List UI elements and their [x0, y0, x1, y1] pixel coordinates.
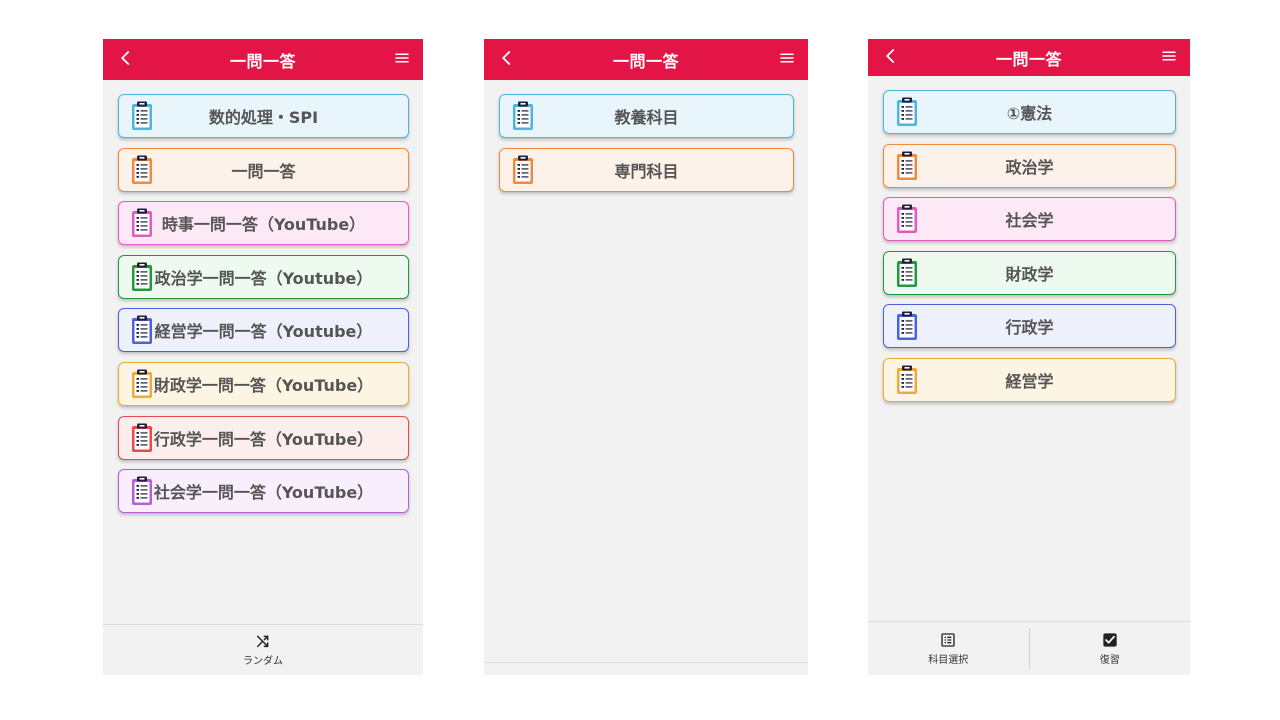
subject-card-label: 経営学	[1005, 371, 1054, 391]
subject-card[interactable]: 行政学一問一答（YouTube）	[118, 415, 409, 460]
app-header: 一問一答	[103, 39, 423, 80]
toolbar-button-label: 科目選択	[928, 654, 969, 666]
subject-card[interactable]: 経営学	[883, 357, 1176, 402]
list-icon	[940, 632, 956, 648]
clipboard-icon	[897, 258, 917, 287]
subject-card-label: 一問一答	[231, 161, 296, 181]
clipboard-icon	[513, 101, 533, 130]
subject-card[interactable]: 行政学	[883, 304, 1176, 349]
subject-card-label: 時事一問一答（YouTube）	[161, 215, 366, 235]
hamburger-menu-icon[interactable]	[778, 49, 796, 71]
subject-card-label: 専門科目	[614, 161, 679, 181]
subject-card[interactable]: 一問一答	[118, 147, 409, 192]
clipboard-icon	[897, 151, 917, 180]
subject-card-label: 社会学一問一答（YouTube）	[153, 483, 374, 503]
subject-card[interactable]: 専門科目	[499, 147, 794, 192]
subject-card-label: 社会学	[1005, 211, 1054, 231]
subject-card-label: 政治学一問一答（Youtube）	[154, 268, 373, 288]
page-title: 一問一答	[995, 49, 1062, 69]
hamburger-menu-icon[interactable]	[1160, 47, 1178, 69]
clipboard-icon	[897, 204, 917, 234]
toolbar-button[interactable]: 科目選択	[868, 622, 1029, 675]
app-header: 一問一答	[868, 39, 1190, 76]
subject-card-label: 財政学	[1005, 264, 1054, 284]
subject-card-label: 数的処理・SPI	[208, 108, 319, 127]
subject-card-label: ①憲法	[1006, 104, 1053, 123]
clipboard-icon	[132, 101, 152, 130]
toolbar-button[interactable]: ランダム	[103, 625, 423, 675]
bottom-toolbar: ランダム	[103, 624, 423, 675]
subject-card-label: 財政学一問一答（YouTube）	[153, 375, 374, 395]
subject-card[interactable]: 政治学一問一答（Youtube）	[118, 254, 409, 299]
shuffle-icon	[255, 633, 271, 649]
clipboard-icon	[513, 155, 533, 184]
bottom-toolbar	[484, 662, 808, 675]
clipboard-icon	[132, 369, 152, 398]
bottom-toolbar: 科目選択 復習	[868, 621, 1190, 675]
subject-card[interactable]: 財政学一問一答（YouTube）	[118, 361, 409, 406]
subject-card[interactable]: 社会学一問一答（YouTube）	[118, 469, 409, 514]
toolbar-button[interactable]: 復習	[1030, 622, 1191, 675]
clipboard-icon	[897, 97, 917, 126]
subject-card[interactable]: 社会学	[883, 197, 1176, 242]
page-title: 一問一答	[612, 51, 679, 71]
clipboard-icon	[132, 476, 152, 506]
clipboard-icon	[132, 155, 152, 184]
clipboard-icon	[897, 311, 917, 341]
page-title: 一問一答	[229, 51, 296, 71]
subject-card[interactable]: 財政学	[883, 250, 1176, 295]
subject-card-label: 教養科目	[614, 108, 679, 127]
phone-screen-2: 一問一答教養科目専門科目	[484, 39, 808, 675]
subject-card-label: 政治学	[1005, 157, 1054, 177]
subject-card[interactable]: 数的処理・SPI	[118, 94, 409, 138]
subject-card[interactable]: 政治学	[883, 143, 1176, 188]
phone-screen-1: 一問一答 数的処理・SPI 一問一答 時事一問一答（YouTube） 政治学一問一答（Y…	[103, 39, 423, 675]
subject-list: 教養科目 専門科目	[499, 94, 794, 201]
back-icon[interactable]	[882, 47, 900, 69]
back-icon[interactable]	[498, 49, 516, 71]
clipboard-icon	[132, 208, 152, 238]
subject-card-label: 行政学一問一答（YouTube）	[153, 429, 374, 449]
toolbar-button-label: ランダム	[243, 656, 283, 667]
hamburger-menu-icon[interactable]	[393, 49, 411, 71]
subject-list: ①憲法政治学社会学財政学行政学経営学	[883, 90, 1176, 412]
subject-card-label: 行政学	[1005, 318, 1054, 338]
clipboard-icon	[132, 262, 152, 291]
app-header: 一問一答	[484, 39, 808, 80]
toolbar-button-label: 復習	[1099, 654, 1120, 666]
clipboard-icon	[897, 365, 917, 394]
subject-card[interactable]: 時事一問一答（YouTube）	[118, 201, 409, 246]
checkbox-icon	[1102, 632, 1118, 648]
phone-screen-3: 一問一答 ①憲法政治学社会学財政学行政学経営学科目選択 復習	[868, 39, 1190, 675]
clipboard-icon	[132, 423, 152, 452]
subject-card[interactable]: ①憲法	[883, 90, 1176, 134]
subject-card[interactable]: 経営学一問一答（Youtube）	[118, 308, 409, 353]
subject-card-label: 経営学一問一答（Youtube）	[154, 322, 373, 342]
subject-list: 数的処理・SPI 一問一答時事一問一答（YouTube） 政治学一問一答（Youtu…	[118, 94, 409, 523]
back-icon[interactable]	[117, 49, 135, 71]
subject-card[interactable]: 教養科目	[499, 94, 794, 138]
clipboard-icon	[132, 315, 152, 345]
